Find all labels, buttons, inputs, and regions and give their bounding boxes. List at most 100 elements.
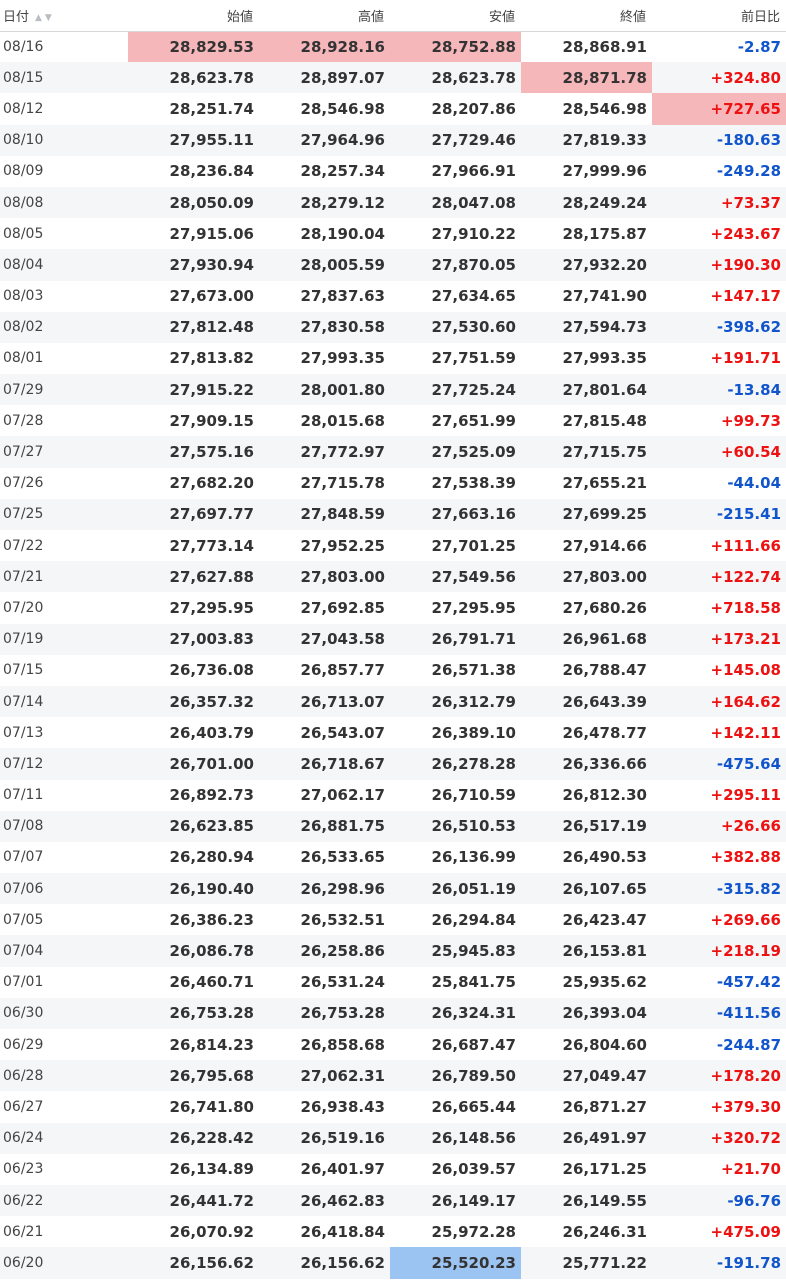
high-cell: 26,718.67 [300,754,385,773]
date-cell: 07/21 [3,568,44,585]
low-cell: 27,525.09 [431,443,516,462]
change-cell: -191.78 [716,1253,781,1272]
low-cell: 26,278.28 [431,754,516,773]
open-cell: 27,909.15 [169,411,254,430]
table-row: 06/23 26,134.89 26,401.97 26,039.57 26,171.2… [0,1153,786,1185]
high-cell: 26,713.07 [300,692,385,711]
price-history-table: 日付 ▲▼ 始値 高値 安値 終値 前日比 08/16 28,829.53 28,92… [0,0,786,1279]
table-row: 07/08 26,623.85 26,881.75 26,510.53 26,517.1… [0,810,786,842]
high-cell: 26,533.65 [300,848,385,867]
high-cell: 27,830.58 [300,318,385,337]
table-row: 08/01 27,813.82 27,993.35 27,751.59 27,993.3… [0,342,786,375]
open-cell: 26,736.08 [169,661,254,680]
open-cell: 27,773.14 [169,536,254,555]
low-cell: 26,389.10 [431,723,516,742]
high-cell: 27,043.58 [300,630,385,649]
table-row: 07/04 26,086.78 26,258.86 25,945.83 26,153.8… [0,935,786,967]
date-cell: 07/19 [3,631,44,648]
table-row: 07/05 26,386.23 26,532.51 26,294.84 26,423.4… [0,904,786,936]
date-column-header[interactable]: 日付 ▲▼ [0,0,128,32]
change-cell: +164.62 [710,692,781,711]
change-cell: +269.66 [710,910,781,929]
table-row: 08/03 27,673.00 27,837.63 27,634.65 27,741.9… [0,280,786,312]
date-cell: 08/10 [3,132,44,149]
close-cell: 27,801.64 [562,380,647,399]
table-row: 07/29 27,915.22 28,001.80 27,725.24 27,801.6… [0,374,786,406]
low-cell: 27,663.16 [431,505,516,524]
close-cell: 26,517.19 [562,817,647,836]
table-row: 08/12 28,251.74 28,546.98 28,207.86 28,546.9… [0,93,786,125]
high-cell: 28,001.80 [300,380,385,399]
high-cell: 28,279.12 [300,193,385,212]
high-cell: 27,715.78 [300,474,385,493]
change-cell: +718.58 [710,598,781,617]
date-cell: 06/21 [3,1223,44,1240]
change-cell: -13.84 [727,380,781,399]
change-cell: +147.17 [710,287,781,306]
high-cell: 27,993.35 [300,349,385,368]
open-cell: 28,236.84 [169,162,254,181]
change-cell: +73.37 [720,193,781,212]
close-cell: 27,655.21 [562,474,647,493]
open-cell: 27,697.77 [169,505,254,524]
low-column-header: 安値 [390,0,521,32]
close-cell: 27,819.33 [562,131,647,150]
table-body: 08/16 28,829.53 28,928.16 28,752.88 28,868.9… [0,31,786,1279]
close-cell: 26,107.65 [562,879,647,898]
open-cell: 27,682.20 [169,474,254,493]
high-cell: 26,531.24 [300,973,385,992]
open-cell: 26,753.28 [169,1004,254,1023]
low-cell: 27,910.22 [431,224,516,243]
close-cell: 26,643.39 [562,692,647,711]
date-cell: 06/28 [3,1067,44,1084]
close-cell: 28,175.87 [562,224,647,243]
low-cell: 25,520.23 [390,1247,521,1279]
change-cell: +218.19 [710,942,781,961]
change-cell: +178.20 [710,1066,781,1085]
open-cell: 26,814.23 [169,1035,254,1054]
sort-arrows-icon[interactable]: ▲▼ [35,13,55,23]
high-cell: 28,005.59 [300,255,385,274]
change-cell: -244.87 [716,1035,781,1054]
close-cell: 26,478.77 [562,723,647,742]
date-cell: 08/08 [3,194,44,211]
close-cell: 27,715.75 [562,443,647,462]
date-cell: 07/28 [3,412,44,429]
open-cell: 26,701.00 [169,754,254,773]
low-cell: 27,870.05 [431,255,516,274]
date-cell: 07/11 [3,787,44,804]
close-cell: 27,999.96 [562,162,647,181]
high-cell: 27,062.17 [300,786,385,805]
open-cell: 26,156.62 [169,1253,254,1272]
open-cell: 27,955.11 [169,131,254,150]
close-cell: 28,868.91 [562,37,647,56]
low-cell: 27,725.24 [431,380,516,399]
date-cell: 07/05 [3,911,44,928]
date-cell: 06/23 [3,1161,44,1178]
low-cell: 26,294.84 [431,910,516,929]
change-cell: +190.30 [710,255,781,274]
table-row: 07/13 26,403.79 26,543.07 26,389.10 26,478.7… [0,717,786,749]
open-cell: 27,915.22 [169,380,254,399]
change-cell: +21.70 [720,1160,781,1179]
date-cell: 06/27 [3,1098,44,1115]
open-cell: 28,251.74 [169,99,254,118]
open-column-header: 始値 [128,0,259,32]
open-cell: 28,829.53 [128,31,259,63]
low-cell: 26,571.38 [431,661,516,680]
close-cell: 27,932.20 [562,255,647,274]
table-row: 08/15 28,623.78 28,897.07 28,623.78 28,871.7… [0,62,786,94]
table-row: 06/22 26,441.72 26,462.83 26,149.17 26,149.5… [0,1184,786,1217]
table-row: 06/30 26,753.28 26,753.28 26,324.31 26,393.0… [0,997,786,1029]
low-cell: 25,841.75 [431,973,516,992]
close-cell: 26,153.81 [562,942,647,961]
date-cell: 08/16 [3,38,44,55]
table-row: 07/27 27,575.16 27,772.97 27,525.09 27,715.7… [0,436,786,468]
change-cell: +60.54 [720,443,781,462]
open-cell: 27,930.94 [169,255,254,274]
high-cell: 27,848.59 [300,505,385,524]
low-cell: 26,687.47 [431,1035,516,1054]
close-cell: 26,961.68 [562,630,647,649]
high-cell: 27,692.85 [300,598,385,617]
date-cell: 06/24 [3,1130,44,1147]
